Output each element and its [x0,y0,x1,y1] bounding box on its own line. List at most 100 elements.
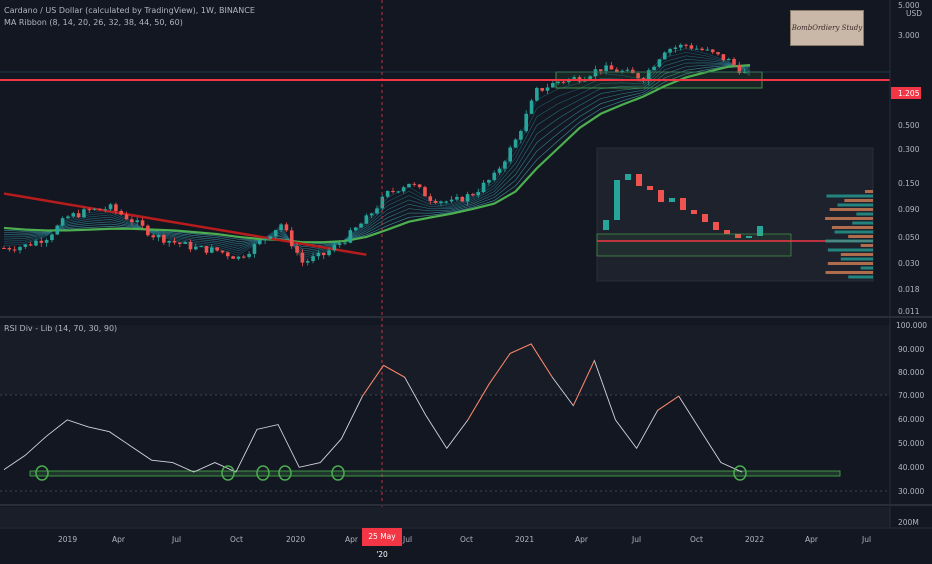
candle-body [204,246,209,253]
price-tick: 0.018 [898,285,920,294]
candle-body [508,147,513,162]
candle-body [721,54,726,61]
candle-body [183,242,187,244]
volume-area [0,507,890,527]
indicator-label[interactable]: MA Ribbon (8, 14, 20, 26, 32, 38, 44, 50… [4,18,183,27]
candle-body [716,52,720,55]
inset-candle [691,210,697,214]
candle-body [604,65,608,72]
candle-body [241,256,246,258]
inset-candle [603,220,609,230]
volume-tick: 200M [898,518,919,527]
candle-body [732,58,736,65]
candle-body [684,44,688,46]
inset-candle [669,198,675,202]
candle-body [252,244,257,254]
price-tick: 0.150 [898,179,920,188]
price-tick: 0.090 [898,205,920,214]
time-tick: Apr [805,535,819,544]
candle-body [87,209,92,211]
inset-candle [680,198,686,210]
rsi-indicator-label[interactable]: RSI Div - Lib (14, 70, 30, 90) [4,324,117,333]
candle-body [172,240,177,243]
candle-body [396,191,401,193]
inset-candle [658,190,664,202]
volume-profile-bar [825,239,873,243]
candle-body [332,244,337,251]
candle-body [492,172,497,180]
candle-body [417,184,422,188]
volume-pane [0,504,932,527]
volume-profile-bar [825,271,873,274]
candle-body [385,191,390,197]
candle-body [34,240,38,246]
candle-body [55,225,60,235]
candle-body [50,234,54,241]
candle-body [401,187,406,192]
price-tick: 0.030 [898,259,920,268]
candle-body [673,47,678,49]
candle-body [423,187,427,197]
candle-body [710,49,715,53]
current-price-label: 1.205 [898,89,920,98]
candle-body [700,48,704,51]
candle-body [119,210,124,215]
candle-body [662,52,667,60]
volume-profile-bar [834,230,873,234]
rsi-tick: 60.000 [898,415,924,424]
inset-candle [614,180,620,220]
candle-body [439,201,443,203]
candle-body [455,196,459,200]
candle-body [124,214,129,220]
candle-body [300,252,305,263]
inset-panel [596,147,874,282]
time-tick: Oct [460,535,473,544]
rsi-support-band [29,470,841,477]
price-axis[interactable]: 5.000 USD 3.000 1.205 0.500 0.300 0.150 … [889,0,927,528]
candle-body [689,45,694,49]
crosshair-date-tag: 25 May '20 [362,528,402,559]
time-axis[interactable]: 2019 Apr Jul Oct 2020 Apr Jul Oct 2021 A… [0,527,932,544]
candle-body [551,82,555,88]
candle-body [311,256,315,262]
time-tick: Jul [402,535,412,544]
time-tick: 2022 [745,535,764,544]
candle-body [140,220,145,226]
volume-profile-bar [848,275,873,279]
candle-body [705,49,710,51]
volume-profile-bar [837,203,873,207]
volume-profile-bar [840,257,873,261]
candle-body [44,240,49,243]
candle-body [524,113,528,132]
candle-body [188,242,193,250]
candle-body [391,191,395,193]
candle-body [471,194,475,196]
candle-body [273,230,278,237]
time-tick: Jul [171,535,181,544]
volume-profile-bar [827,248,873,252]
time-tick: Apr [112,535,126,544]
chart-title: Cardano / US Dollar (calculated by Tradi… [4,6,255,15]
watermark-logo: BombOrdiery Study [790,10,864,46]
inset-candle [724,230,730,234]
price-tick: 0.300 [898,145,920,154]
candle-body [12,249,17,251]
candle-body [194,246,198,250]
candle-body [545,87,550,91]
trading-chart[interactable]: 5.000 USD 3.000 1.205 0.500 0.300 0.150 … [0,0,932,550]
volume-profile-bar [860,266,873,270]
candle-body [108,204,113,210]
time-tick: 2021 [515,535,534,544]
candle-body [289,230,294,247]
time-tick: Jul [861,535,871,544]
candle-body [364,215,369,224]
volume-profile-bar [840,253,873,256]
candle-body [369,213,374,216]
candle-body [407,183,411,188]
rsi-pane[interactable] [0,316,932,492]
price-pane[interactable] [0,0,890,316]
time-tick: 2020 [286,535,305,544]
price-tick: 0.500 [898,121,920,130]
candle-body [529,100,534,114]
price-tick: 0.011 [898,307,920,316]
